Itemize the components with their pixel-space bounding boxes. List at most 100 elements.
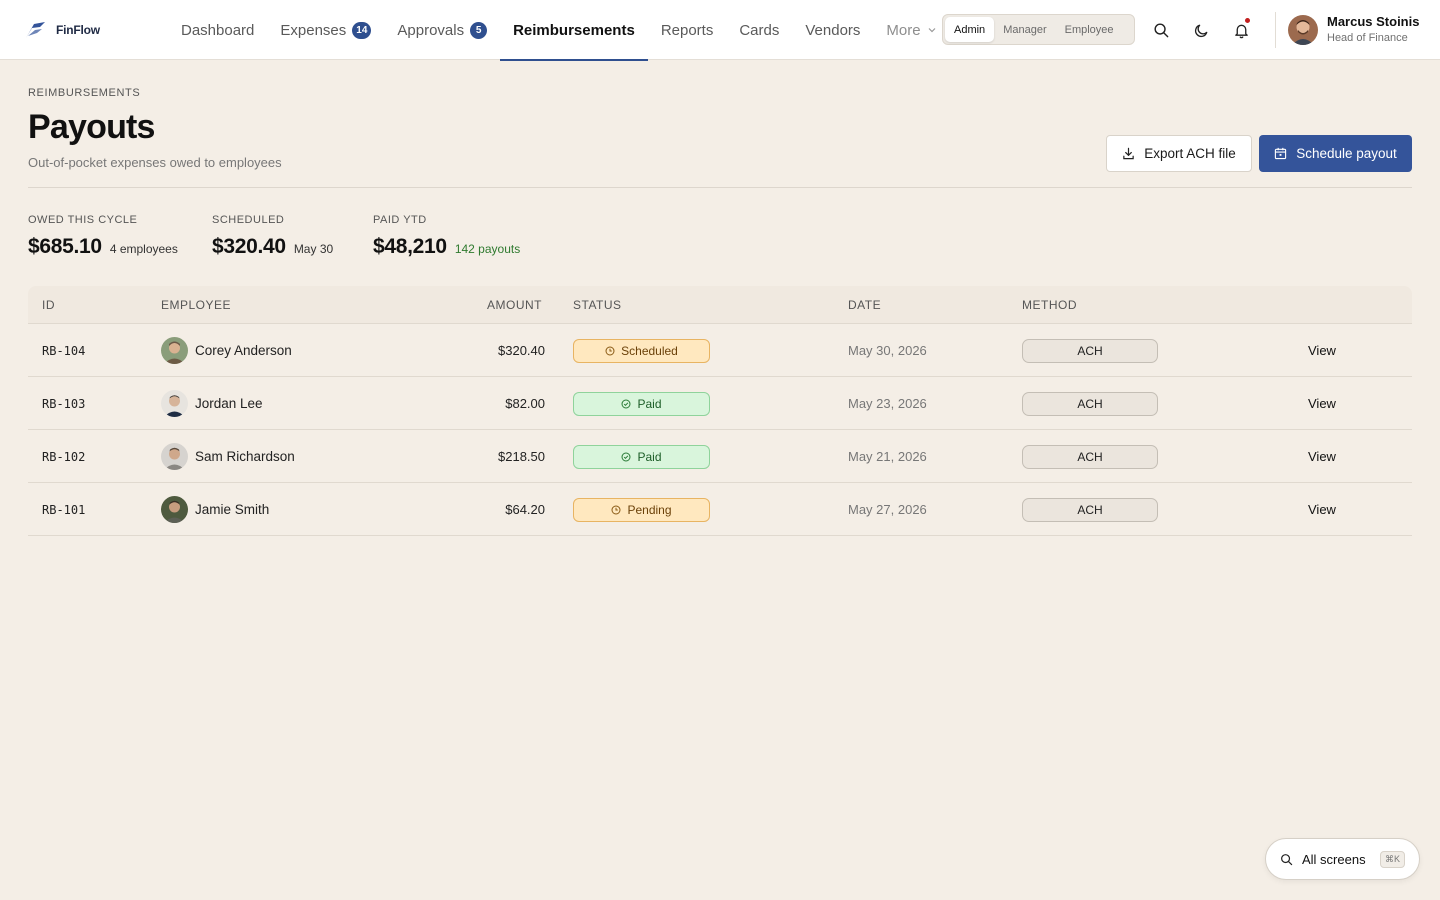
stat-value: $48,210 <box>373 235 447 258</box>
user-info: Marcus Stoinis Head of Finance <box>1327 14 1419 46</box>
check-circle-icon <box>621 399 631 408</box>
status-badge: Paid <box>573 444 710 469</box>
role-option-admin[interactable]: Admin <box>945 17 995 42</box>
column-header-method: METHOD <box>1022 298 1077 312</box>
payouts-table: ID EMPLOYEE AMOUNT STATUS DATE METHOD RB… <box>28 286 1412 536</box>
nav-item-approvals[interactable]: Approvals 5 <box>384 0 500 60</box>
avatar <box>1288 15 1318 45</box>
finflow-logo-icon <box>26 22 45 38</box>
table-row[interactable]: RB-102 Sam Richardson $218.50 Paid May 2… <box>28 430 1412 483</box>
nav-item-label: Reimbursements <box>513 21 635 39</box>
date: May 23, 2026 <box>848 396 927 411</box>
status-label: Paid <box>637 396 662 411</box>
column-header-id: ID <box>42 298 55 312</box>
expenses-count-badge: 14 <box>352 21 372 39</box>
status-label: Pending <box>627 502 672 517</box>
column-header-date: DATE <box>848 298 882 312</box>
user-menu[interactable]: Marcus Stoinis Head of Finance <box>1288 14 1419 46</box>
stat-label: PAID YTD <box>373 214 427 226</box>
avatar <box>161 390 188 417</box>
download-icon <box>1123 147 1134 160</box>
method-cell: ACH <box>1022 377 1158 430</box>
stat-scheduled: SCHEDULED $320.40 May 30 <box>212 214 333 259</box>
all-screens-label: All screens <box>1302 851 1366 867</box>
clock-icon <box>611 505 621 514</box>
nav-item-dashboard[interactable]: Dashboard <box>168 0 267 60</box>
keyboard-shortcut: ⌘K <box>1379 850 1405 868</box>
stat-value: $320.40 <box>212 235 286 258</box>
status-badge: Paid <box>573 391 710 416</box>
view-link[interactable]: View <box>1308 377 1336 430</box>
column-header-amount: AMOUNT <box>487 298 542 312</box>
brand[interactable]: FinFlow <box>24 18 100 42</box>
view-link[interactable]: View <box>1308 483 1336 536</box>
method-badge: ACH <box>1022 444 1158 469</box>
header-divider <box>28 187 1412 188</box>
all-screens-button[interactable]: All screens ⌘K <box>1265 838 1420 880</box>
nav-item-more[interactable]: More <box>873 0 949 60</box>
divider <box>1275 12 1276 48</box>
role-option-employee[interactable]: Employee <box>1056 17 1123 42</box>
nav-item-vendors[interactable]: Vendors <box>792 0 873 60</box>
table-row[interactable]: RB-103 Jordan Lee $82.00 Paid May 23, 20… <box>28 377 1412 430</box>
amount: $82.00 <box>505 396 545 411</box>
status-badge: Pending <box>573 497 710 522</box>
amount: $218.50 <box>498 449 545 464</box>
payout-id: RB-101 <box>42 502 86 517</box>
table-row[interactable]: RB-104 Corey Anderson $320.40 Scheduled … <box>28 324 1412 377</box>
payout-id: RB-102 <box>42 449 86 464</box>
nav-item-label: Reports <box>660 21 714 39</box>
method-badge: ACH <box>1022 497 1158 522</box>
nav-item-label: Expenses <box>280 21 347 39</box>
date: May 21, 2026 <box>848 449 927 464</box>
status-cell: Pending <box>573 483 710 536</box>
schedule-payout-button[interactable]: Schedule payout <box>1259 135 1412 172</box>
status-label: Scheduled <box>621 343 678 358</box>
nav-item-label: Approvals <box>397 21 465 39</box>
breadcrumb: REIMBURSEMENTS <box>28 87 141 99</box>
payout-id: RB-103 <box>42 396 86 411</box>
stat-paid-ytd: PAID YTD $48,210 142 payouts <box>373 214 520 259</box>
export-ach-label: Export ACH file <box>1144 146 1236 161</box>
view-link[interactable]: View <box>1308 430 1336 483</box>
avatar <box>161 496 188 523</box>
method-cell: ACH <box>1022 324 1158 377</box>
chevron-down-icon <box>928 28 936 33</box>
employee-cell: Sam Richardson <box>161 430 295 483</box>
nav-item-expenses[interactable]: Expenses 14 <box>267 0 384 60</box>
nav-item-cards[interactable]: Cards <box>726 0 792 60</box>
employee-name: Corey Anderson <box>195 343 292 358</box>
table-row[interactable]: RB-101 Jamie Smith $64.20 Pending May 27… <box>28 483 1412 536</box>
employee-name: Jordan Lee <box>195 396 263 411</box>
notification-dot <box>1244 17 1251 24</box>
column-header-employee: EMPLOYEE <box>161 298 232 312</box>
employee-name: Jamie Smith <box>195 502 270 517</box>
nav-item-label: Dashboard <box>181 21 255 39</box>
employee-cell: Jamie Smith <box>161 483 269 536</box>
search-button[interactable] <box>1150 19 1172 41</box>
approvals-count-badge: 5 <box>470 21 488 39</box>
date: May 30, 2026 <box>848 343 927 358</box>
amount: $320.40 <box>498 343 545 358</box>
avatar <box>161 337 188 364</box>
notifications-button[interactable] <box>1230 17 1252 41</box>
user-name: Marcus Stoinis <box>1327 14 1420 29</box>
view-link[interactable]: View <box>1308 324 1336 377</box>
export-ach-button[interactable]: Export ACH file <box>1106 135 1252 172</box>
moon-icon <box>1194 24 1207 37</box>
search-icon <box>1153 22 1168 37</box>
nav-item-reimbursements[interactable]: Reimbursements <box>500 0 648 61</box>
calendar-icon <box>1275 147 1287 160</box>
top-navigation-bar: FinFlow Dashboard Expenses 14 Approvals … <box>0 0 1440 61</box>
nav-item-reports[interactable]: Reports <box>648 0 727 60</box>
user-title: Head of Finance <box>1327 32 1408 44</box>
main-nav: Dashboard Expenses 14 Approvals 5 Reimbu… <box>168 0 950 61</box>
role-switcher: Admin Manager Employee <box>942 14 1135 45</box>
stat-owed-this-cycle: OWED THIS CYCLE $685.10 4 employees <box>28 214 178 259</box>
theme-toggle-button[interactable] <box>1190 19 1212 41</box>
stat-value: $685.10 <box>28 235 102 258</box>
employee-cell: Corey Anderson <box>161 324 292 377</box>
role-option-manager[interactable]: Manager <box>994 17 1055 42</box>
status-badge: Scheduled <box>573 338 710 363</box>
status-cell: Paid <box>573 430 710 483</box>
